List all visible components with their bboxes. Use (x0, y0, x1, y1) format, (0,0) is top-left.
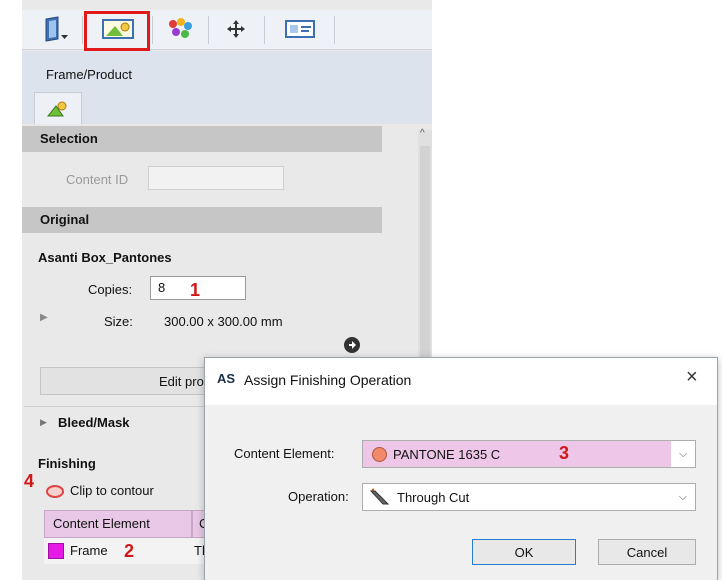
tab-bar (22, 51, 432, 124)
scroll-up-arrow-icon[interactable]: ^ (420, 128, 432, 142)
size-label: Size: (104, 314, 133, 329)
toolbar-separator (264, 16, 265, 44)
content-element-value: PANTONE 1635 C (393, 446, 501, 462)
app-icon: AS (217, 371, 236, 386)
table-header-content-element[interactable]: Content Element (44, 510, 192, 538)
content-element-select[interactable]: PANTONE 1635 C 3 ⌵ (362, 440, 696, 468)
selected-highlight (84, 11, 150, 51)
toolbar-separator (208, 16, 209, 44)
document-icon[interactable] (34, 14, 78, 44)
size-value: 300.00 x 300.00 mm (164, 314, 283, 329)
content-element-label: Content Element: (234, 446, 335, 461)
table-row[interactable]: Frame 2 Th (44, 538, 214, 564)
content-id-field[interactable] (148, 166, 284, 190)
operation-value: Through Cut (397, 489, 470, 505)
row-name: Frame (70, 543, 108, 558)
frame-product-small-icon (46, 101, 67, 116)
knife-icon (369, 488, 390, 505)
expand-size-icon[interactable]: ▶ (40, 312, 48, 323)
expand-bleed-icon[interactable]: ▶ (40, 417, 47, 428)
content-id-label: Content ID (66, 172, 129, 187)
marker-4: 4 (24, 471, 35, 491)
marker-1: 1 (190, 280, 201, 300)
dialog-title: Assign Finishing Operation (244, 372, 412, 388)
original-header: Original (22, 207, 382, 233)
operation-select[interactable]: Through Cut ⌵ (362, 483, 696, 511)
selection-header: Selection (22, 126, 382, 152)
edit-button-label: Edit pro (159, 374, 204, 389)
card-icon[interactable] (270, 14, 330, 44)
operation-label: Operation: (288, 489, 349, 504)
cancel-button[interactable]: Cancel (598, 539, 696, 565)
clip-to-contour-label: Clip to contour (70, 483, 154, 498)
content-element-selected: PANTONE 1635 C 3 (363, 441, 671, 467)
marker-2: 2 (124, 541, 135, 561)
frame-color-swatch (48, 543, 64, 559)
toolbar-separator (82, 16, 83, 44)
ok-button[interactable]: OK (472, 539, 576, 565)
divider (24, 406, 214, 407)
chevron-down-icon[interactable]: ⌵ (679, 491, 687, 504)
tab-frame-product[interactable] (34, 92, 82, 124)
bleed-mask-header[interactable]: Bleed/Mask (58, 415, 130, 430)
arrow-circle-icon[interactable] (344, 337, 360, 353)
scroll-thumb[interactable] (420, 146, 430, 376)
finishing-header: Finishing (38, 456, 96, 471)
color-palette-icon[interactable] (156, 14, 204, 44)
chevron-down-icon[interactable]: ⌵ (679, 448, 687, 461)
clip-contour-checkbox[interactable] (46, 485, 64, 498)
panel-title: Frame/Product (46, 67, 132, 82)
toolbar-separator (152, 16, 153, 44)
move-icon[interactable] (212, 14, 260, 44)
toolbar-separator (334, 16, 335, 44)
marker-3: 3 (559, 443, 570, 463)
pantone-color-dot (372, 446, 387, 462)
copies-label: Copies: (88, 282, 133, 297)
close-icon[interactable]: × (686, 366, 698, 389)
product-name: Asanti Box_Pantones (38, 250, 172, 265)
